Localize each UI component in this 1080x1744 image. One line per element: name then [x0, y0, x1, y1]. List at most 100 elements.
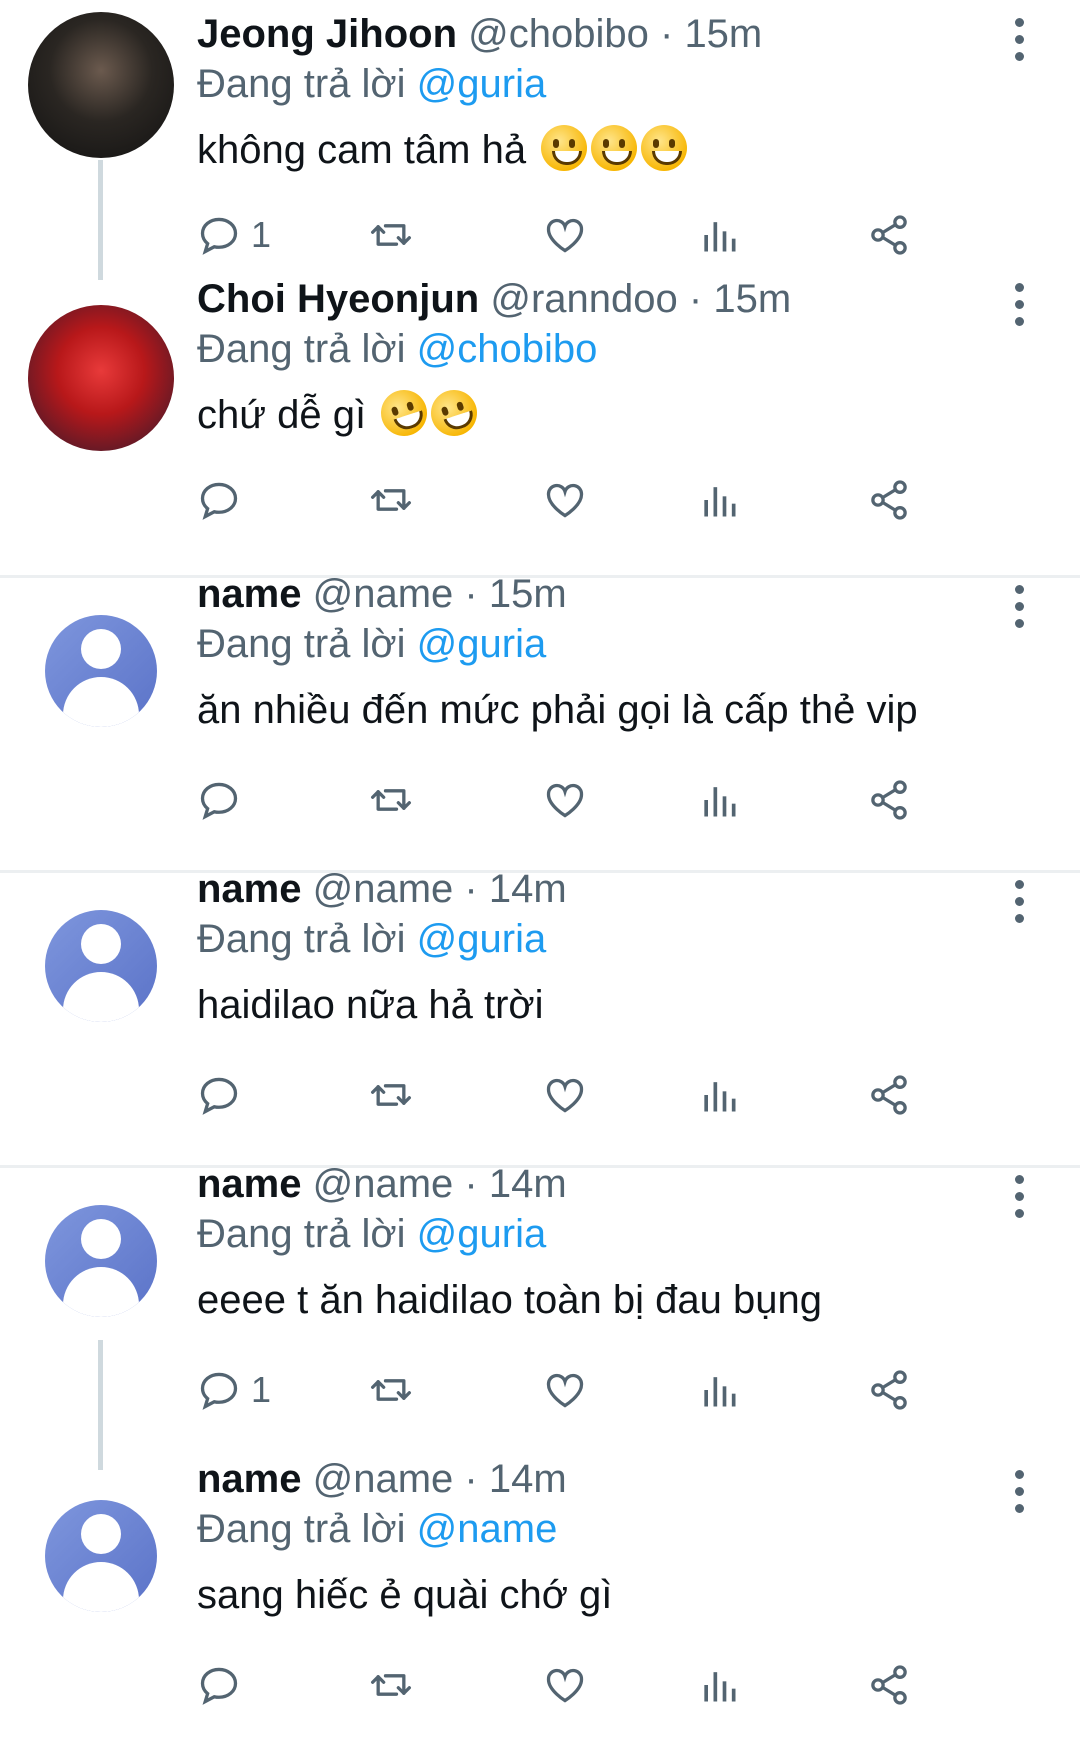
reply-mention[interactable]: @chobibo	[417, 327, 598, 371]
more-options-icon[interactable]	[1014, 1470, 1026, 1514]
separator: ·	[464, 572, 478, 616]
avatar[interactable]	[45, 615, 157, 727]
share-button[interactable]	[867, 212, 911, 258]
retweet-button[interactable]	[369, 477, 413, 523]
avatar[interactable]	[45, 1205, 157, 1317]
reply-button[interactable]	[197, 477, 251, 523]
share-button[interactable]	[867, 1367, 911, 1413]
more-options-icon[interactable]	[1014, 283, 1026, 327]
author-name[interactable]: name	[197, 867, 302, 911]
like-button[interactable]	[543, 1072, 587, 1118]
views-icon	[704, 1082, 736, 1112]
timestamp[interactable]: 15m	[489, 572, 567, 616]
retweet-button[interactable]	[369, 777, 413, 823]
avatar[interactable]	[28, 305, 174, 451]
avatar[interactable]	[45, 910, 157, 1022]
reply-mention[interactable]: @guria	[417, 62, 547, 106]
author-name[interactable]: Jeong Jihoon	[197, 12, 457, 56]
reply-count: 1	[251, 214, 272, 255]
avatar[interactable]	[28, 12, 174, 158]
timestamp[interactable]: 14m	[489, 867, 567, 911]
views-button[interactable]	[697, 1367, 741, 1413]
author-handle[interactable]: @name	[313, 867, 454, 911]
tweet[interactable]: Jeong Jihoon @chobibo · 15m Đang trả lời…	[0, 0, 1080, 285]
reply-mention[interactable]: @guria	[417, 917, 547, 961]
like-button[interactable]	[543, 1662, 587, 1708]
reply-icon	[200, 217, 238, 255]
author-name[interactable]: name	[197, 572, 302, 616]
tweet-text: eeee t ăn haidilao toàn bị đau bụng	[197, 1278, 822, 1322]
author-name[interactable]: name	[197, 1457, 302, 1501]
author-handle[interactable]: @chobibo	[468, 12, 649, 56]
views-icon	[704, 1377, 736, 1407]
reply-mention[interactable]: @name	[417, 1507, 558, 1551]
replying-label: Đang trả lời	[197, 917, 406, 961]
like-button[interactable]	[543, 477, 587, 523]
share-button[interactable]	[867, 477, 911, 523]
rolling-laughing-emoji	[425, 384, 484, 442]
like-button[interactable]	[543, 777, 587, 823]
separator: ·	[464, 1162, 478, 1206]
retweet-button[interactable]	[369, 1662, 413, 1708]
views-icon	[704, 1672, 736, 1702]
more-options-icon[interactable]	[1014, 585, 1026, 629]
tweet-text: ăn nhiều đến mức phải gọi là cấp thẻ vip	[197, 688, 918, 732]
share-button[interactable]	[867, 777, 911, 823]
retweet-icon	[371, 789, 411, 811]
share-icon	[871, 1665, 907, 1705]
author-name[interactable]: name	[197, 1162, 302, 1206]
retweet-button[interactable]	[369, 1072, 413, 1118]
author-name[interactable]: Choi Hyeonjun	[197, 277, 479, 321]
reply-button[interactable]	[197, 1072, 251, 1118]
more-options-icon[interactable]	[1014, 1175, 1026, 1219]
grinning-face-emoji	[641, 125, 688, 171]
author-handle[interactable]: @name	[313, 572, 454, 616]
thread-line	[98, 1340, 103, 1470]
timestamp[interactable]: 14m	[489, 1162, 567, 1206]
more-options-icon[interactable]	[1014, 880, 1026, 924]
share-button[interactable]	[867, 1072, 911, 1118]
tweet[interactable]: name @name · 14m Đang trả lời @name sang…	[0, 1457, 1080, 1744]
more-options-icon[interactable]	[1014, 18, 1026, 62]
heart-icon	[546, 1373, 584, 1408]
grinning-face-emoji	[591, 125, 638, 171]
separator: ·	[688, 277, 703, 321]
reply-button[interactable]: 1	[197, 1367, 271, 1413]
tweet[interactable]: name @name · 14m Đang trả lời @guria hai…	[0, 867, 1080, 1165]
retweet-icon	[371, 489, 411, 511]
author-handle[interactable]: @name	[313, 1162, 454, 1206]
like-button[interactable]	[543, 212, 587, 258]
share-icon	[871, 1075, 907, 1115]
views-button[interactable]	[697, 777, 741, 823]
author-handle[interactable]: @ranndoo	[490, 277, 677, 321]
timestamp[interactable]: 14m	[489, 1457, 567, 1501]
share-button[interactable]	[867, 1662, 911, 1708]
views-button[interactable]	[697, 212, 741, 258]
grinning-face-emoji	[541, 125, 588, 171]
retweet-button[interactable]	[369, 212, 413, 258]
heart-icon	[546, 1078, 584, 1113]
share-icon	[871, 480, 907, 520]
views-button[interactable]	[697, 1072, 741, 1118]
thread-line	[98, 160, 103, 280]
like-button[interactable]	[543, 1367, 587, 1413]
timestamp[interactable]: 15m	[684, 12, 762, 56]
views-button[interactable]	[697, 477, 741, 523]
tweet[interactable]: name @name · 15m Đang trả lời @guria ăn …	[0, 572, 1080, 870]
views-button[interactable]	[697, 1662, 741, 1708]
avatar[interactable]	[45, 1500, 157, 1612]
reply-button[interactable]: 1	[197, 212, 271, 258]
tweet[interactable]: Choi Hyeonjun @ranndoo · 15m Đang trả lờ…	[0, 265, 1080, 573]
reply-mention[interactable]: @guria	[417, 622, 547, 666]
reply-button[interactable]	[197, 1662, 251, 1708]
retweet-button[interactable]	[369, 1367, 413, 1413]
heart-icon	[546, 1668, 584, 1703]
reply-button[interactable]	[197, 777, 251, 823]
reply-icon	[200, 1372, 238, 1410]
timestamp[interactable]: 15m	[713, 277, 791, 321]
author-handle[interactable]: @name	[313, 1457, 454, 1501]
tweet[interactable]: name @name · 14m Đang trả lời @guria eee…	[0, 1162, 1080, 1470]
reply-icon	[200, 1667, 238, 1705]
tweet-text: chứ dễ gì	[197, 393, 367, 437]
reply-mention[interactable]: @guria	[417, 1212, 547, 1256]
